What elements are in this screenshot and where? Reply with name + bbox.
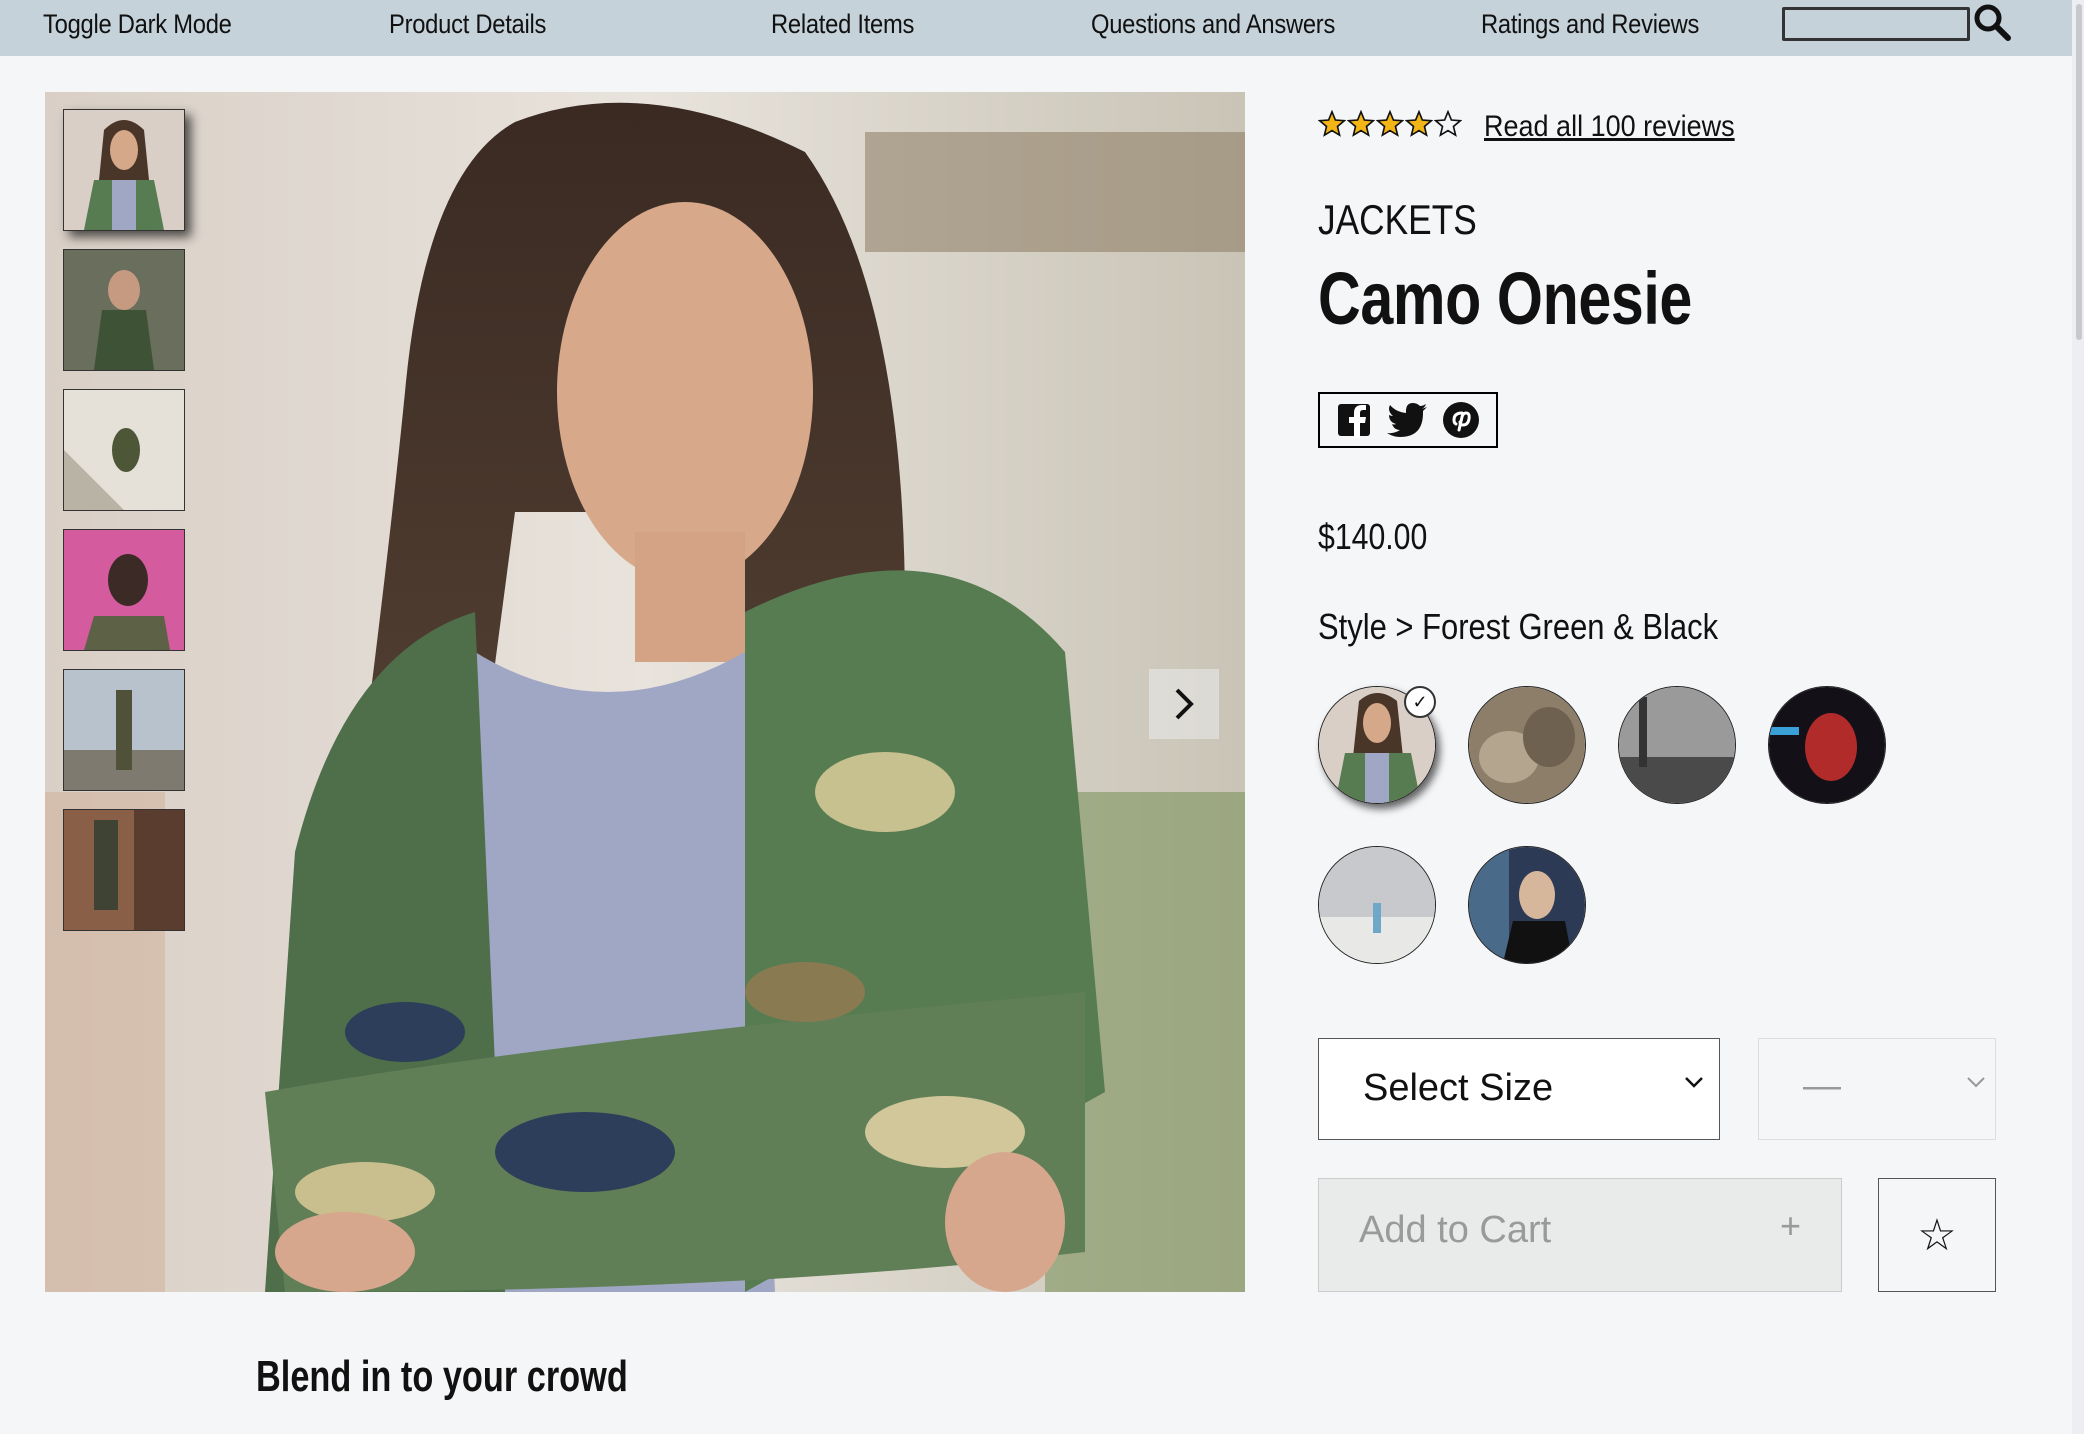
product-category: JACKETS [1318, 196, 1477, 243]
nav-product-details[interactable]: Product Details [389, 9, 546, 40]
next-image-button[interactable] [1149, 669, 1219, 739]
facebook-icon[interactable] [1336, 402, 1372, 438]
add-to-cart-button[interactable]: Add to Cart + [1318, 1178, 1842, 1292]
chevron-down-icon [1967, 1077, 1985, 1088]
star-filled-icon [1405, 110, 1433, 137]
product-name: Camo Onesie [1318, 257, 1692, 340]
toggle-dark-mode-link[interactable]: Toggle Dark Mode [43, 9, 232, 40]
star-rating [1318, 110, 1462, 150]
gallery-thumbnail[interactable] [63, 109, 185, 231]
top-nav: Toggle Dark Mode Product Details Related… [0, 0, 2072, 56]
style-swatch[interactable] [1768, 686, 1886, 804]
favorite-button[interactable]: ☆ [1878, 1178, 1996, 1292]
scrollbar-thumb[interactable] [2076, 4, 2082, 340]
style-swatch[interactable] [1468, 846, 1586, 964]
chevron-right-icon [1175, 688, 1194, 720]
style-swatch[interactable] [1468, 686, 1586, 804]
star-filled-icon [1376, 110, 1404, 137]
product-slogan: Blend in to your crowd [256, 1352, 628, 1401]
main-product-image [45, 92, 1245, 1292]
add-to-cart-label: Add to Cart [1359, 1209, 1552, 1251]
nav-questions-answers[interactable]: Questions and Answers [1091, 9, 1335, 40]
star-filled-icon [1347, 110, 1375, 137]
nav-related-items[interactable]: Related Items [771, 9, 914, 40]
search-icon[interactable] [1972, 2, 2012, 42]
star-empty-icon [1434, 110, 1462, 137]
style-swatch[interactable] [1618, 686, 1736, 804]
pinterest-icon[interactable] [1442, 401, 1480, 439]
size-select-label: Select Size [1363, 1067, 1554, 1109]
product-image-gallery [45, 92, 1245, 1292]
gallery-thumbnail[interactable] [63, 389, 185, 511]
star-filled-icon [1318, 110, 1346, 137]
plus-icon: + [1779, 1205, 1801, 1246]
gallery-thumbnail[interactable] [63, 529, 185, 651]
search-input[interactable] [1782, 7, 1970, 41]
read-all-reviews-link[interactable]: Read all 100 reviews [1484, 110, 1735, 144]
gallery-thumbnail[interactable] [63, 669, 185, 791]
gallery-thumbnail[interactable] [63, 809, 185, 931]
style-label: Style > Forest Green & Black [1318, 606, 1719, 647]
selected-check-icon: ✓ [1404, 686, 1436, 718]
quantity-select-label: — [1803, 1065, 1841, 1107]
star-outline-icon: ☆ [1917, 1210, 1957, 1260]
product-price: $140.00 [1318, 516, 1428, 557]
size-select[interactable]: Select Size [1318, 1038, 1720, 1140]
quantity-select[interactable]: — [1758, 1038, 1996, 1140]
gallery-thumbnail[interactable] [63, 249, 185, 371]
twitter-icon[interactable] [1386, 403, 1427, 437]
chevron-down-icon [1685, 1077, 1703, 1088]
nav-ratings-reviews[interactable]: Ratings and Reviews [1481, 9, 1699, 40]
style-swatch[interactable] [1318, 846, 1436, 964]
share-buttons [1318, 392, 1498, 448]
